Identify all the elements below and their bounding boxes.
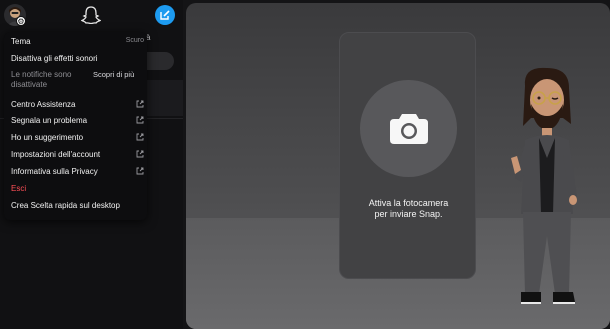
menu-item-account-settings[interactable]: Impostazioni dell'account <box>11 150 144 159</box>
camera-prompt-line1: Attiva la fotocamera <box>368 198 449 208</box>
learn-more-link[interactable]: Scopri di più <box>93 70 143 80</box>
ghost-icon[interactable] <box>81 6 101 24</box>
camera-prompt-line2: per inviare Snap. <box>374 209 443 219</box>
external-link-icon <box>136 150 144 158</box>
theme-value: Scuro <box>125 37 144 44</box>
camera-preview-card: Attiva la fotocamera per inviare Snap. <box>339 32 476 279</box>
sidebar: ⚙ à Tema Scuro Disattiva gli effetti son… <box>0 0 183 329</box>
logout-button[interactable]: Esci <box>11 184 144 193</box>
menu-item-label: Ho un suggerimento <box>11 133 84 142</box>
external-link-icon <box>136 100 144 108</box>
menu-item-report-problem[interactable]: Segnala un problema <box>11 116 144 125</box>
menu-item-desktop-shortcut[interactable]: Crea Scelta rapida sul desktop <box>11 201 144 210</box>
notifications-status: Le notifiche sono disattivate <box>11 70 72 89</box>
camera-icon <box>390 114 428 144</box>
menu-item-label: Esci <box>11 184 27 193</box>
list-item[interactable] <box>146 80 183 116</box>
settings-menu: Tema Scuro Disattiva gli effetti sonori … <box>4 32 147 220</box>
menu-item-label: Informativa sulla Privacy <box>11 167 98 176</box>
background-tab[interactable]: à <box>146 33 181 45</box>
menu-item-label: Centro Assistenza <box>11 100 76 109</box>
gear-icon[interactable]: ⚙ <box>16 16 26 26</box>
search-input[interactable] <box>146 52 174 70</box>
menu-item-disable-sounds[interactable]: Disattiva gli effetti sonori <box>11 54 144 63</box>
external-link-icon <box>136 133 144 141</box>
menu-item-privacy-policy[interactable]: Informativa sulla Privacy <box>11 167 144 176</box>
external-link-icon <box>136 116 144 124</box>
bitmoji-avatar <box>511 67 577 304</box>
camera-prompt: Attiva la fotocamera per inviare Snap. <box>340 198 477 220</box>
menu-item-label: Disattiva gli effetti sonori <box>11 54 98 63</box>
menu-item-suggestion[interactable]: Ho un suggerimento <box>11 133 144 142</box>
menu-item-theme[interactable]: Tema Scuro <box>11 37 144 46</box>
menu-item-label: Crea Scelta rapida sul desktop <box>11 201 120 210</box>
menu-item-notifications: Le notifiche sono disattivate Scopri di … <box>11 70 144 90</box>
sidebar-header: ⚙ <box>0 0 183 30</box>
menu-item-help-center[interactable]: Centro Assistenza <box>11 100 144 109</box>
menu-item-label: Impostazioni dell'account <box>11 150 101 159</box>
new-chat-icon <box>160 10 170 20</box>
menu-item-label: Tema <box>11 37 31 46</box>
camera-area: Attiva la fotocamera per inviare Snap. <box>186 3 610 329</box>
enable-camera-button[interactable] <box>360 80 457 177</box>
new-chat-button[interactable] <box>155 5 175 25</box>
external-link-icon <box>136 167 144 175</box>
menu-item-label: Segnala un problema <box>11 116 88 125</box>
